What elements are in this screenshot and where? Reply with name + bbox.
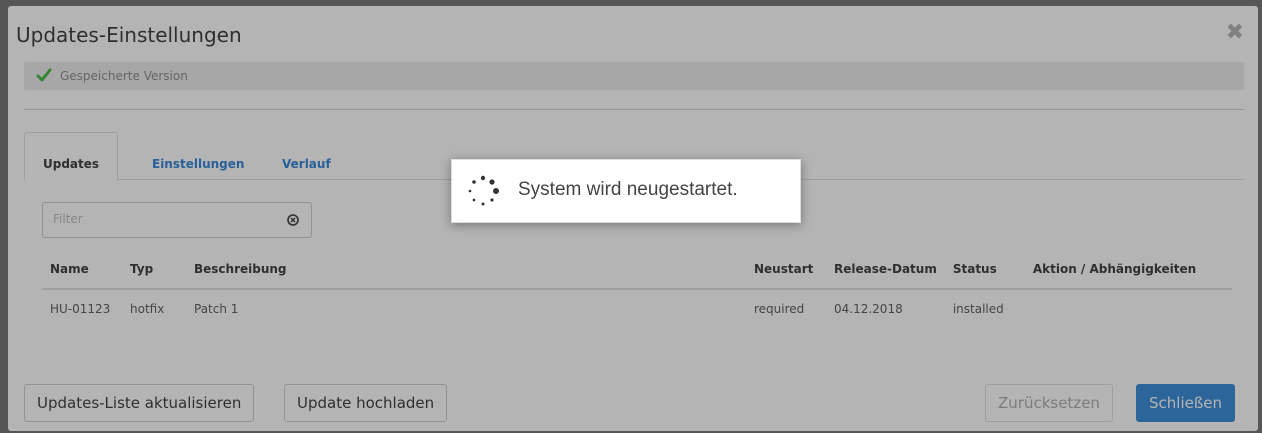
- loading-spinner-icon: [468, 175, 499, 206]
- restart-message: System wird neugestartet.: [518, 179, 738, 200]
- restart-notification: System wird neugestartet.: [451, 159, 801, 223]
